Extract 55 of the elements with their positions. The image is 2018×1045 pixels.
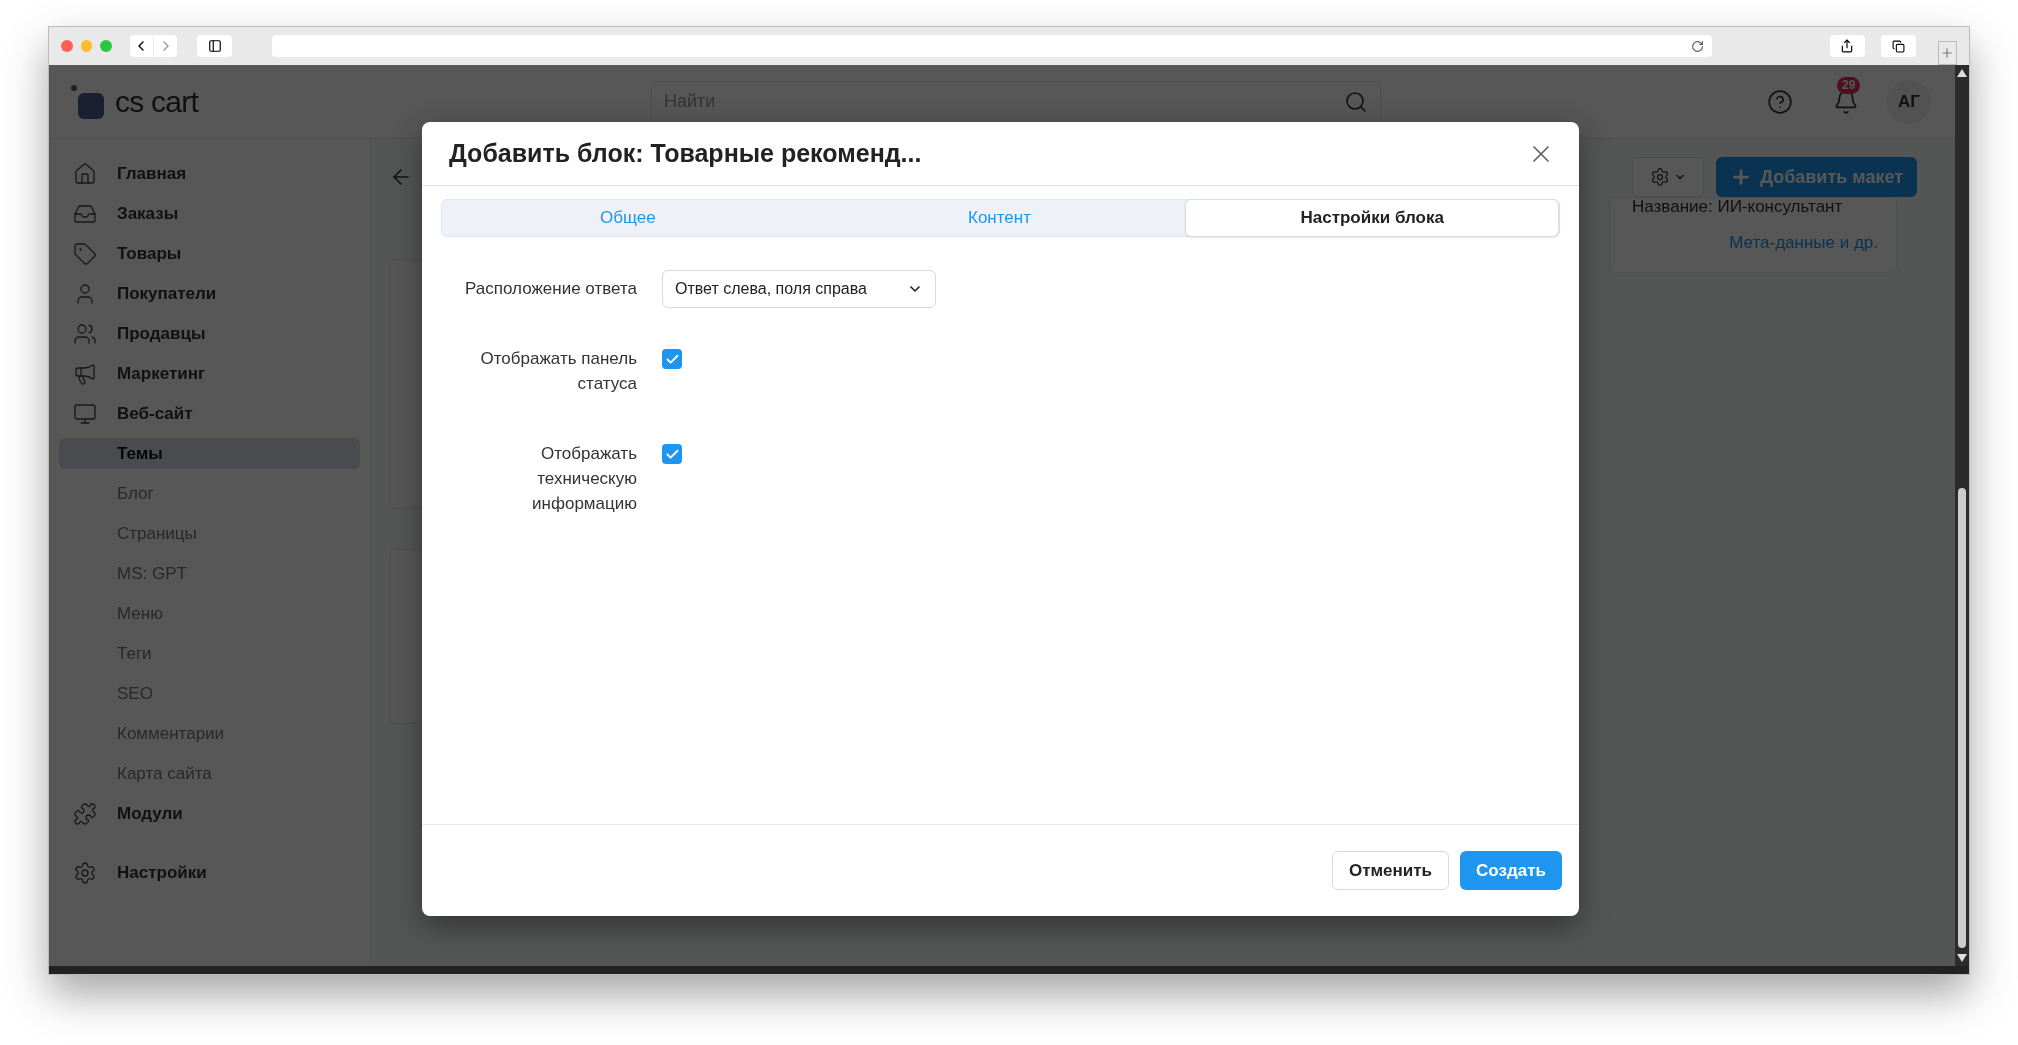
checkbox[interactable] (662, 444, 682, 464)
puzzle-icon (73, 801, 97, 826)
notification-badge: 29 (1837, 76, 1861, 94)
field-label: Отображать техническую информацию (531, 443, 637, 515)
sidebar-toggle-button[interactable] (197, 35, 232, 57)
sidebar-item[interactable]: Продавцы (59, 318, 360, 349)
scrollbar[interactable] (1955, 65, 1969, 966)
dialog-title: Добавить блок: Товарные рекоменд... (449, 137, 922, 169)
sidebar-icon (207, 39, 222, 53)
tabs-button[interactable] (1880, 35, 1916, 57)
field-label: Расположение ответа (464, 278, 637, 300)
sidebar-item[interactable]: Настройки (59, 857, 360, 888)
meta-data-link[interactable]: Мета-данные и др. (1729, 229, 1878, 255)
logo-text: cs cart (115, 84, 199, 120)
reload-icon[interactable] (1691, 39, 1704, 53)
share-button[interactable] (1830, 35, 1865, 57)
share-icon (1840, 39, 1855, 53)
gear-icon (1650, 167, 1671, 187)
sidebar-item[interactable]: Маркетинг (59, 358, 360, 389)
tag-icon (73, 241, 97, 266)
cancel-button[interactable]: Отменить (1332, 851, 1450, 890)
add-layout-button[interactable]: Добавить макет (1716, 157, 1917, 197)
minimize-window-icon[interactable] (80, 40, 93, 52)
megaphone-icon (73, 361, 97, 386)
tabs-icon (1891, 39, 1905, 53)
tab[interactable]: Контент (813, 199, 1186, 237)
sidebar-item[interactable]: Модули (59, 798, 360, 829)
user-avatar[interactable]: АГ (1887, 79, 1931, 124)
logo-icon (71, 84, 105, 119)
back-button[interactable] (129, 35, 153, 57)
new-tab-button[interactable] (1937, 41, 1957, 65)
name-text: Название: ИИ-консультант (1632, 196, 1844, 218)
settings-dropdown-button[interactable] (1632, 157, 1705, 197)
tab[interactable]: Общее (442, 199, 814, 237)
checkbox[interactable] (662, 349, 682, 369)
forward-button[interactable] (153, 35, 178, 57)
sidebar-item[interactable]: Темы (59, 438, 360, 469)
maximize-window-icon[interactable] (100, 40, 112, 52)
tab[interactable]: Настройки блока (1185, 199, 1559, 237)
help-icon[interactable] (1767, 88, 1793, 115)
field-label: Отображать панель статуса (479, 348, 637, 395)
select-field[interactable]: Ответ слева, поля справа (662, 270, 936, 308)
monitor-icon (73, 401, 97, 426)
close-window-icon[interactable] (61, 40, 73, 52)
sidebar-item[interactable]: Заказы (59, 198, 360, 229)
sidebar-item[interactable]: Веб-сайт (59, 398, 360, 429)
settings-icon (73, 860, 97, 885)
create-button[interactable]: Создать (1460, 851, 1562, 890)
home-icon (73, 161, 97, 186)
sidebar-item[interactable]: Товары (59, 238, 360, 269)
sidebar-item[interactable]: Главная (59, 158, 360, 189)
sidebar-item[interactable]: Покупатели (59, 278, 360, 309)
users-icon (73, 321, 97, 346)
search-icon[interactable] (1344, 89, 1368, 114)
plus-icon (1940, 46, 1955, 60)
